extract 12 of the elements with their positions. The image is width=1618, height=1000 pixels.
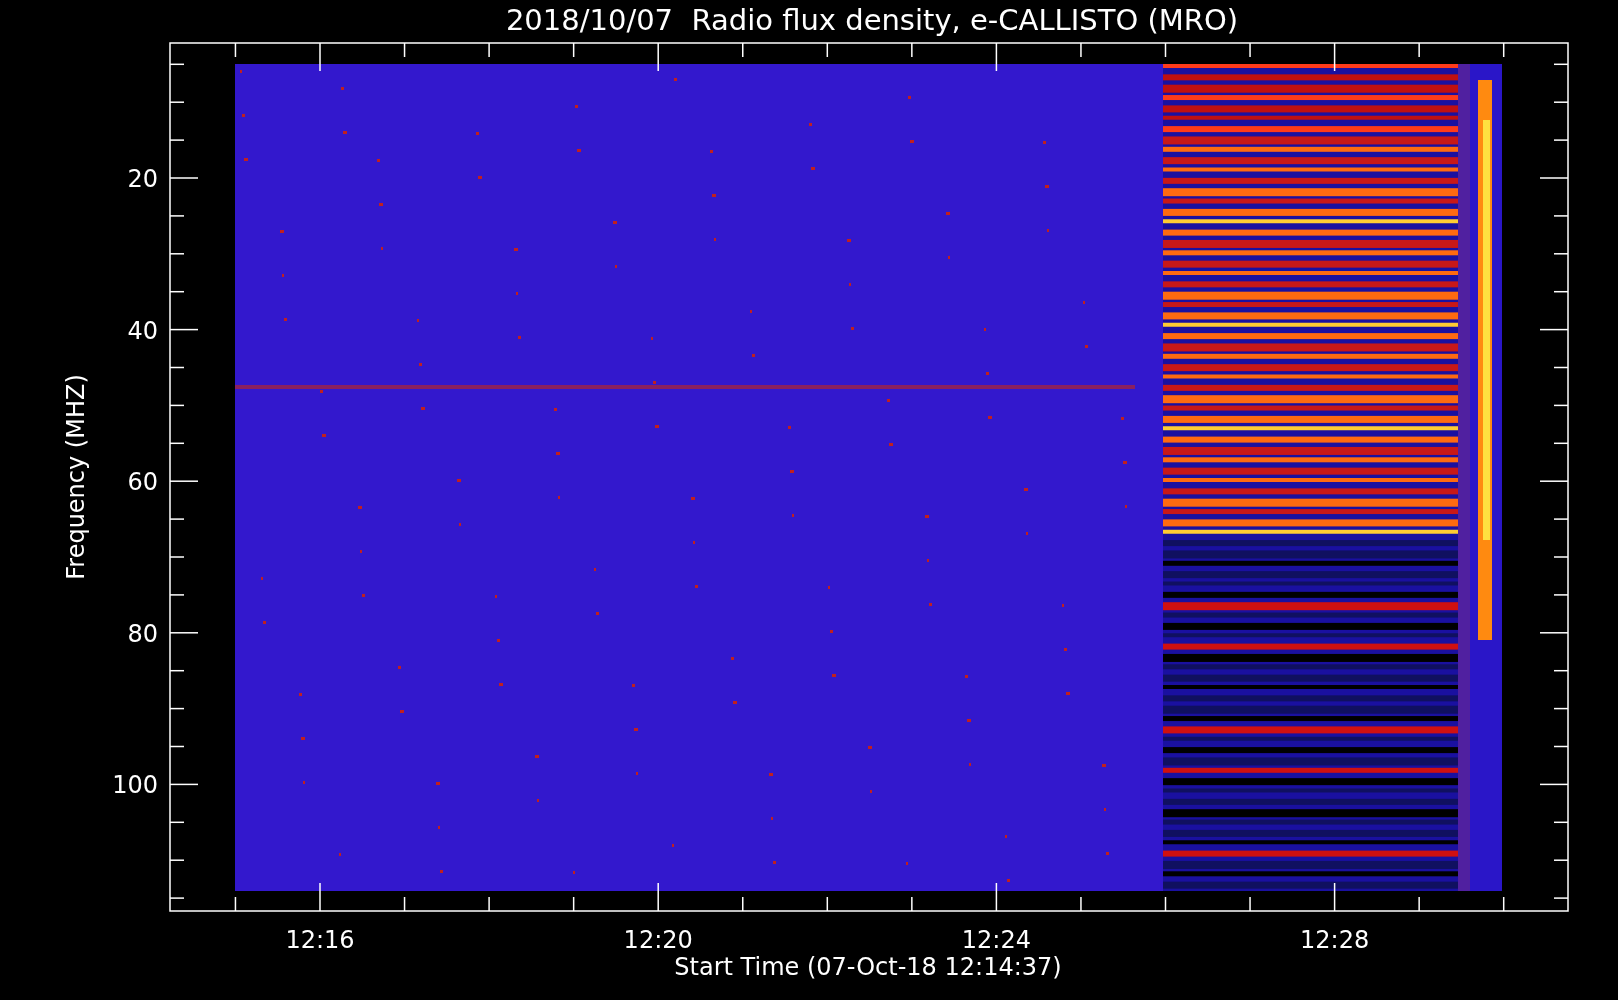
tick-label: 12:24 xyxy=(961,926,1031,954)
tick-label: 12:16 xyxy=(285,926,355,954)
chart-title: 2018/10/07 Radio flux density, e-CALLISTO (MRO) xyxy=(505,3,1239,37)
tick-label: 20 xyxy=(127,165,158,193)
tick-label: 100 xyxy=(112,771,158,800)
tick-label: 80 xyxy=(127,619,158,648)
tick-label: 60 xyxy=(127,468,158,497)
axis-title: Frequency (MHZ) xyxy=(62,374,90,580)
tick-label: 12:20 xyxy=(623,926,693,954)
axis-title: Start Time (07-Oct-18 12:14:37) xyxy=(674,953,1062,981)
tick-label: 12:28 xyxy=(1300,926,1370,954)
tick-label: 40 xyxy=(127,316,158,345)
